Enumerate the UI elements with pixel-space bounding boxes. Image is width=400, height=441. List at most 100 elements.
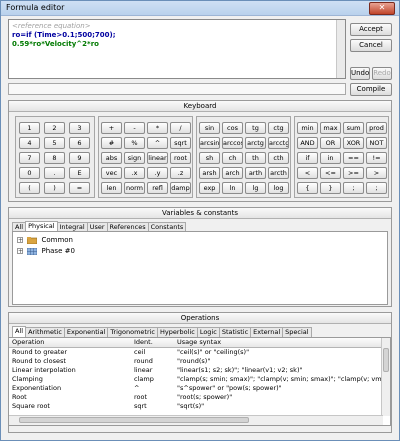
key-logic-1-3[interactable]: NOT xyxy=(366,137,387,149)
key-logic-0-1[interactable]: max xyxy=(320,122,341,134)
cancel-button[interactable]: Cancel xyxy=(350,39,392,52)
key-logic-4-2[interactable]: ; xyxy=(343,182,364,194)
key-digits-0-0[interactable]: 1 xyxy=(19,122,40,134)
key-trig-2-2[interactable]: th xyxy=(245,152,266,164)
key-trig-1-0[interactable]: arcsin xyxy=(199,137,220,149)
key-operators-3-2[interactable]: .y xyxy=(147,167,168,179)
key-logic-3-1[interactable]: <= xyxy=(320,167,341,179)
tab-external[interactable]: External xyxy=(250,327,284,337)
key-logic-1-1[interactable]: OR xyxy=(320,137,341,149)
key-operators-2-3[interactable]: root xyxy=(170,152,191,164)
key-logic-4-0[interactable]: { xyxy=(297,182,318,194)
key-trig-0-3[interactable]: ctg xyxy=(268,122,289,134)
formula-input[interactable]: <reference equation> ro=if (Time>0.1;500… xyxy=(8,19,346,79)
scroll-thumb[interactable] xyxy=(19,417,249,423)
key-logic-3-2[interactable]: >= xyxy=(343,167,364,179)
tab-special[interactable]: Special xyxy=(282,327,312,337)
tab-statistic[interactable]: Statistic xyxy=(218,327,252,337)
key-operators-1-1[interactable]: % xyxy=(124,137,145,149)
compile-button[interactable]: Compile xyxy=(350,83,392,96)
table-row[interactable]: Round to closest round "round(s)" xyxy=(9,357,383,366)
key-operators-1-2[interactable]: ^ xyxy=(147,137,168,149)
key-operators-1-3[interactable]: sqrt xyxy=(170,137,191,149)
key-trig-3-3[interactable]: arcth xyxy=(268,167,289,179)
key-digits-1-0[interactable]: 4 xyxy=(19,137,40,149)
variables-tree[interactable]: + Common + Phase #0 xyxy=(12,231,388,305)
table-row[interactable]: Clamping clamp "clamp(s; smin; smax)"; "cl… xyxy=(9,375,383,384)
key-digits-3-1[interactable]: . xyxy=(44,167,65,179)
key-trig-3-0[interactable]: arsh xyxy=(199,167,220,179)
operations-table[interactable]: Operation Ident. Usage syntax Round to g… xyxy=(8,337,391,426)
key-digits-1-1[interactable]: 5 xyxy=(44,137,65,149)
key-trig-3-1[interactable]: arch xyxy=(222,167,243,179)
tab-trigonometric[interactable]: Trigonometric xyxy=(107,327,158,337)
tab-exponential[interactable]: Exponential xyxy=(63,327,109,337)
tree-item-common[interactable]: + Common xyxy=(17,235,73,245)
expand-icon[interactable]: + xyxy=(17,248,23,255)
key-logic-0-3[interactable]: prod xyxy=(366,122,387,134)
key-trig-3-2[interactable]: arth xyxy=(245,167,266,179)
key-digits-4-1[interactable]: ) xyxy=(44,182,65,194)
redo-button[interactable]: Redo xyxy=(372,67,392,80)
editor-scrollbar[interactable] xyxy=(336,20,345,78)
tab-logic[interactable]: Logic xyxy=(196,327,220,337)
table-row[interactable]: Exponentiation ^ "s^spower" or "pow(s; spo… xyxy=(9,384,383,393)
table-row[interactable]: Square root sqrt "sqrt(s)" xyxy=(9,402,383,411)
key-logic-0-2[interactable]: sum xyxy=(343,122,364,134)
key-trig-1-1[interactable]: arccos xyxy=(222,137,243,149)
expand-icon[interactable]: + xyxy=(17,237,23,244)
key-digits-2-0[interactable]: 7 xyxy=(19,152,40,164)
key-digits-0-1[interactable]: 2 xyxy=(44,122,65,134)
key-operators-4-3[interactable]: damp xyxy=(170,182,191,194)
key-digits-0-2[interactable]: 3 xyxy=(69,122,90,134)
key-operators-1-0[interactable]: # xyxy=(101,137,122,149)
undo-button[interactable]: Undo xyxy=(350,67,370,80)
accept-button[interactable]: Accept xyxy=(350,23,392,36)
key-digits-3-2[interactable]: E xyxy=(69,167,90,179)
key-trig-2-3[interactable]: cth xyxy=(268,152,289,164)
key-trig-2-0[interactable]: sh xyxy=(199,152,220,164)
key-trig-4-1[interactable]: ln xyxy=(222,182,243,194)
key-operators-3-0[interactable]: vec xyxy=(101,167,122,179)
table-row[interactable]: Linear interpolation linear "linear(s1; s2… xyxy=(9,366,383,375)
key-trig-0-0[interactable]: sin xyxy=(199,122,220,134)
key-operators-0-1[interactable]: - xyxy=(124,122,145,134)
key-operators-0-3[interactable]: / xyxy=(170,122,191,134)
tab-arithmetic[interactable]: Arithmetic xyxy=(25,327,65,337)
table-row[interactable]: Root root "root(s; spower)" xyxy=(9,393,383,402)
key-logic-4-3[interactable]: ; xyxy=(366,182,387,194)
key-logic-0-0[interactable]: min xyxy=(297,122,318,134)
key-digits-2-2[interactable]: 9 xyxy=(69,152,90,164)
close-button[interactable]: ✕ xyxy=(369,2,395,15)
scroll-thumb[interactable] xyxy=(383,348,389,372)
key-operators-4-1[interactable]: norm xyxy=(124,182,145,194)
key-digits-1-2[interactable]: 6 xyxy=(69,137,90,149)
key-operators-3-1[interactable]: .x xyxy=(124,167,145,179)
operations-vertical-scrollbar[interactable] xyxy=(381,338,390,416)
key-trig-4-3[interactable]: log xyxy=(268,182,289,194)
key-logic-3-3[interactable]: > xyxy=(366,167,387,179)
key-trig-4-2[interactable]: lg xyxy=(245,182,266,194)
key-trig-0-2[interactable]: tg xyxy=(245,122,266,134)
key-trig-0-1[interactable]: cos xyxy=(222,122,243,134)
key-logic-1-2[interactable]: XOR xyxy=(343,137,364,149)
key-trig-1-3[interactable]: arcctg xyxy=(268,137,289,149)
key-digits-4-0[interactable]: ( xyxy=(19,182,40,194)
key-operators-0-0[interactable]: + xyxy=(101,122,122,134)
key-operators-4-0[interactable]: len xyxy=(101,182,122,194)
key-operators-3-3[interactable]: .z xyxy=(170,167,191,179)
key-logic-2-0[interactable]: if xyxy=(297,152,318,164)
tree-item-phase-0[interactable]: + Phase #0 xyxy=(17,246,75,256)
tab-all[interactable]: All xyxy=(12,326,27,337)
key-digits-2-1[interactable]: 8 xyxy=(44,152,65,164)
key-logic-1-0[interactable]: AND xyxy=(297,137,318,149)
column-header-usage[interactable]: Usage syntax xyxy=(177,338,382,347)
key-digits-4-2[interactable]: = xyxy=(69,182,90,194)
key-logic-2-2[interactable]: == xyxy=(343,152,364,164)
operations-horizontal-scrollbar[interactable] xyxy=(9,415,383,425)
key-operators-2-0[interactable]: abs xyxy=(101,152,122,164)
key-operators-2-2[interactable]: linear xyxy=(147,152,168,164)
column-header-ident[interactable]: Ident. xyxy=(134,338,174,347)
key-logic-2-3[interactable]: != xyxy=(366,152,387,164)
key-trig-1-2[interactable]: arctg xyxy=(245,137,266,149)
